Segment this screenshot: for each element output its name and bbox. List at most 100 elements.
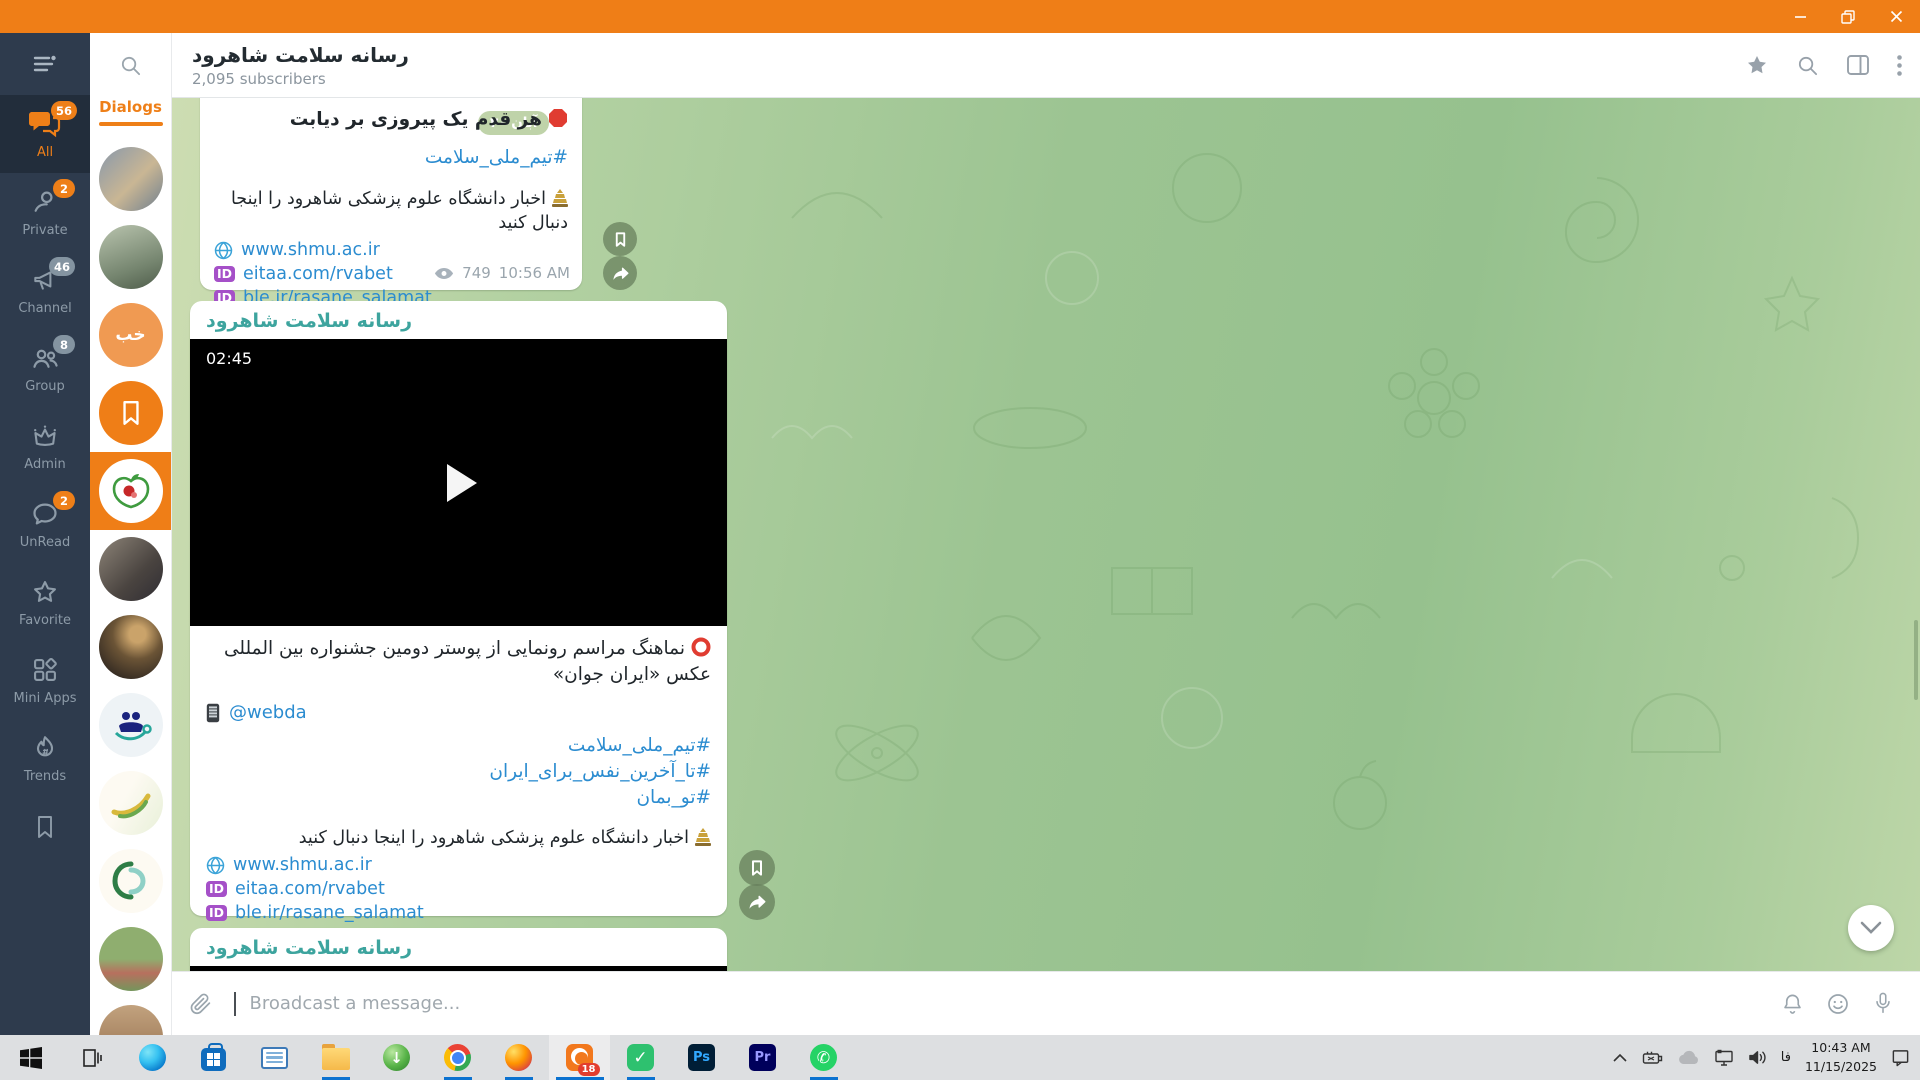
sidebar-item-saved-messages[interactable] [0, 797, 90, 857]
taskbar-app-photoshop[interactable]: Ps [671, 1035, 732, 1080]
list-item[interactable] [90, 998, 171, 1035]
sidebar-item-channel[interactable]: 46 Channel [0, 251, 90, 329]
list-item-active-channel[interactable] [90, 452, 171, 530]
avatar[interactable] [99, 225, 163, 289]
hashtag-link[interactable]: #تیم_ملی_سلامت [425, 147, 568, 168]
video-player[interactable] [190, 966, 727, 971]
taskbar-app-system[interactable] [244, 1035, 305, 1080]
restore-button[interactable] [1824, 0, 1872, 33]
avatar[interactable] [99, 1005, 163, 1035]
list-item[interactable] [90, 530, 171, 608]
microphone-icon[interactable] [1872, 991, 1894, 1016]
channel-name[interactable]: رسانه سلامت شاهرود [190, 928, 727, 966]
favorite-star-icon[interactable] [1745, 53, 1769, 77]
onedrive-cloud-icon[interactable] [1678, 1050, 1700, 1065]
scroll-to-bottom-button[interactable] [1848, 905, 1894, 951]
message-input[interactable] [250, 993, 1768, 1014]
website-link[interactable]: www.shmu.ac.ir [233, 855, 372, 875]
search-icon[interactable] [1796, 54, 1819, 77]
list-item[interactable] [90, 140, 171, 218]
taskbar-app-edge[interactable] [122, 1035, 183, 1080]
taskbar-app-firefox[interactable] [488, 1035, 549, 1080]
list-item[interactable] [90, 842, 171, 920]
sidebar-item-all[interactable]: 56 All [0, 95, 90, 173]
taskbar-app-messenger-active[interactable]: 18 [549, 1035, 610, 1080]
hashtag-link[interactable]: #تو_بمان [206, 785, 711, 811]
minimize-button[interactable] [1776, 0, 1824, 33]
message-history[interactable]: هر قدم یک پیروزی بر دیابت #تیم_ملی_سلامت… [172, 98, 1920, 971]
avatar[interactable] [99, 693, 163, 757]
photoshop-icon: Ps [688, 1044, 715, 1071]
start-button[interactable] [0, 1035, 61, 1080]
window-titlebar[interactable] [0, 0, 1920, 33]
close-button[interactable] [1872, 0, 1920, 33]
list-item[interactable] [90, 608, 171, 686]
chat-scrollbar[interactable] [1914, 620, 1918, 700]
list-item[interactable] [90, 764, 171, 842]
kebab-menu-icon[interactable] [1897, 55, 1902, 76]
emoji-smiley-icon[interactable] [1826, 992, 1850, 1016]
hamburger-menu-button[interactable] [0, 33, 90, 95]
avatar[interactable] [99, 849, 163, 913]
megaphone-icon: 46 [31, 264, 59, 296]
bale-link[interactable]: ble.ir/rasane_salamat [235, 903, 424, 923]
mobile-phone-icon [206, 703, 220, 723]
sidebar-item-group[interactable]: 8 Group [0, 329, 90, 407]
language-indicator[interactable]: فا [1781, 1050, 1791, 1065]
taskbar-app-download-manager[interactable]: ↓ [366, 1035, 427, 1080]
avatar[interactable] [99, 381, 163, 445]
speaker-icon[interactable] [1748, 1049, 1767, 1066]
video-player[interactable]: 02:45 [190, 339, 727, 626]
avatar[interactable] [99, 537, 163, 601]
sidebar-item-favorite[interactable]: Favorite [0, 563, 90, 641]
list-item[interactable]: خب [90, 296, 171, 374]
save-message-button[interactable] [739, 850, 775, 886]
list-item-saved-messages[interactable] [90, 374, 171, 452]
taskbar-apps: ↓ 18 ✓ Ps Pr ✆ [0, 1035, 854, 1080]
share-message-button[interactable] [603, 256, 637, 290]
list-item[interactable] [90, 920, 171, 998]
taskbar-app-premiere[interactable]: Pr [732, 1035, 793, 1080]
dialogs-search-button[interactable] [90, 33, 171, 98]
taskbar-app-security[interactable]: ✓ [610, 1035, 671, 1080]
network-display-icon[interactable] [1714, 1049, 1734, 1066]
list-item[interactable] [90, 218, 171, 296]
tray-chevron-up-icon[interactable] [1612, 1052, 1628, 1064]
task-view-button[interactable] [61, 1035, 122, 1080]
taskbar-app-whatsapp[interactable]: ✆ [793, 1035, 854, 1080]
attach-paperclip-icon[interactable] [188, 992, 212, 1016]
taskbar-app-file-explorer[interactable] [305, 1035, 366, 1080]
share-message-button[interactable] [739, 884, 775, 920]
save-message-button[interactable] [603, 222, 637, 256]
hashtag-link[interactable]: #تا_آخرین_نفس_برای_ایران [206, 759, 711, 785]
sidebar-item-mini-apps[interactable]: Mini Apps [0, 641, 90, 719]
toggle-sidebar-icon[interactable] [1846, 54, 1870, 76]
mention-link[interactable]: @webda [229, 702, 307, 723]
sidebar-item-private[interactable]: 2 Private [0, 173, 90, 251]
channel-name[interactable]: رسانه سلامت شاهرود [190, 301, 727, 339]
notification-bell-icon[interactable] [1781, 992, 1804, 1016]
eitaa-link[interactable]: eitaa.com/rvabet [235, 879, 385, 899]
website-link[interactable]: www.shmu.ac.ir [241, 240, 380, 260]
avatar[interactable] [99, 615, 163, 679]
taskbar-app-store[interactable] [183, 1035, 244, 1080]
avatar[interactable] [99, 147, 163, 211]
action-center-icon[interactable] [1891, 1048, 1910, 1067]
sidebar-item-trends[interactable]: Trends [0, 719, 90, 797]
chat-header-actions [1745, 53, 1902, 77]
sidebar-item-admin[interactable]: Admin [0, 407, 90, 485]
avatar[interactable]: خب [99, 303, 163, 367]
avatar[interactable] [99, 771, 163, 835]
hashtag-link[interactable]: #تیم_ملی_سلامت [206, 733, 711, 759]
play-icon[interactable] [447, 464, 477, 502]
sidebar-item-unread[interactable]: 2 UnRead [0, 485, 90, 563]
battery-power-icon[interactable] [1642, 1050, 1664, 1066]
avatar[interactable] [99, 927, 163, 991]
chat-header-info[interactable]: رسانه سلامت شاهرود 2,095 subscribers [192, 43, 409, 88]
eitaa-link[interactable]: eitaa.com/rvabet [243, 264, 393, 284]
list-item[interactable] [90, 686, 171, 764]
taskbar-clock[interactable]: 10:43 AM 11/15/2025 [1805, 1039, 1877, 1075]
chat-header[interactable]: رسانه سلامت شاهرود 2,095 subscribers [172, 33, 1920, 98]
avatar[interactable] [99, 459, 163, 523]
taskbar-app-chrome[interactable] [427, 1035, 488, 1080]
